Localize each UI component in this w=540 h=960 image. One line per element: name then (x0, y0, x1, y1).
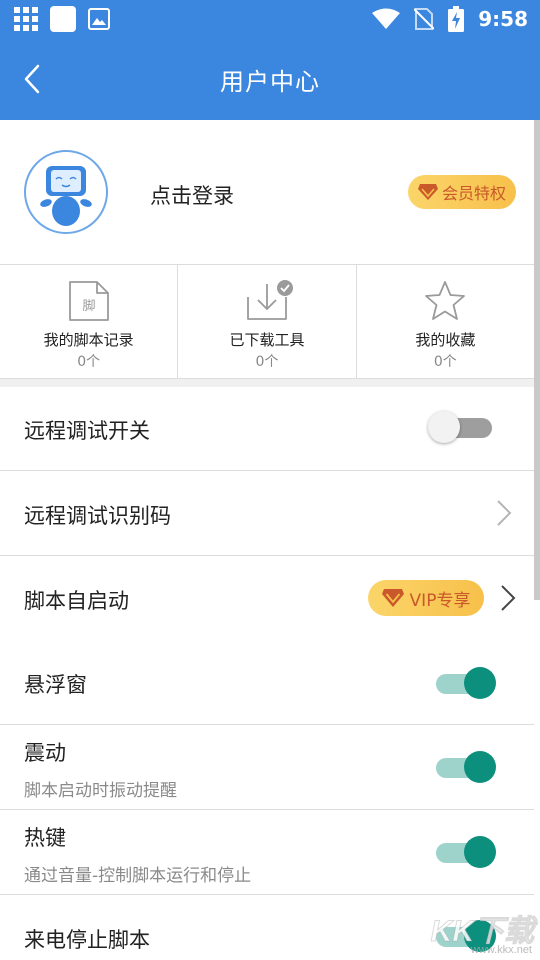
stat-count: 0个 (255, 354, 279, 370)
image-icon (88, 8, 110, 30)
setting-vibration[interactable]: 震动 脚本启动时振动提醒 (0, 725, 534, 810)
watermark: KK下载 www.kkx.net (415, 904, 540, 960)
watermark-url: www.kkx.net (470, 944, 532, 956)
stat-favorites[interactable]: 我的收藏 0个 (357, 265, 534, 378)
download-tray-icon (245, 279, 293, 323)
toggle-knob (428, 411, 460, 443)
page-title: 用户中心 (220, 68, 320, 96)
vip-exclusive-badge[interactable]: VIP专享 (368, 580, 484, 616)
stat-count: 0个 (433, 354, 457, 370)
stat-downloaded-tools[interactable]: 已下载工具 0个 (178, 265, 357, 378)
robot-avatar-icon (40, 166, 92, 226)
no-sim-icon (414, 8, 435, 30)
stat-label: 我的脚本记录 (43, 331, 134, 349)
profile-header: 点击登录 会员特权 (0, 120, 534, 265)
setting-hotkey[interactable]: 热键 通过音量-控制脚本运行和停止 (0, 810, 534, 895)
diamond-icon (417, 184, 438, 200)
setting-subtitle: 通过音量-控制脚本运行和停止 (24, 866, 252, 886)
vip-privileges-button[interactable]: 会员特权 (408, 175, 516, 209)
vip-badge-label: 会员特权 (441, 184, 506, 203)
setting-subtitle: 脚本启动时振动提醒 (24, 781, 177, 801)
remote-debug-toggle[interactable] (428, 409, 496, 445)
hotkey-toggle[interactable] (432, 834, 496, 870)
avatar[interactable] (24, 150, 108, 234)
battery-charging-icon (448, 6, 465, 32)
chevron-right-icon (497, 500, 512, 526)
setting-title: 热键 (24, 826, 66, 850)
app-bar: 用户中心 (0, 38, 540, 120)
square-icon (50, 6, 76, 32)
toggle-knob (464, 836, 496, 868)
grid-icon (14, 7, 38, 31)
stat-count: 0个 (77, 354, 101, 370)
setting-remote-debug-code[interactable]: 远程调试识别码 (0, 471, 534, 556)
setting-title: 来电停止脚本 (24, 928, 150, 952)
toggle-knob (464, 667, 496, 699)
status-time: 9:58 (478, 7, 528, 31)
stat-label: 已下载工具 (229, 331, 305, 349)
status-bar: 9:58 (0, 0, 540, 38)
wifi-icon (372, 8, 401, 29)
setting-title: 震动 (24, 741, 66, 765)
star-icon (423, 279, 467, 323)
script-file-glyph: 脚 (82, 298, 95, 314)
diamond-icon (381, 589, 404, 607)
setting-title: 远程调试识别码 (24, 504, 171, 528)
script-file-icon: 脚 (67, 279, 111, 323)
setting-title: 远程调试开关 (24, 419, 150, 443)
setting-title: 脚本自启动 (24, 589, 129, 613)
chevron-right-icon (501, 585, 516, 611)
setting-title: 悬浮窗 (24, 673, 87, 697)
setting-remote-debug-switch[interactable]: 远程调试开关 (0, 387, 534, 471)
toggle-knob (464, 751, 496, 783)
vibration-toggle[interactable] (432, 749, 496, 785)
vip-tag-label: VIP专享 (409, 590, 471, 611)
stats-bar: 脚 我的脚本记录 0个 已下载工具 0个 我的收藏 0个 (0, 265, 534, 379)
stat-script-records[interactable]: 脚 我的脚本记录 0个 (0, 265, 179, 378)
scrollbar[interactable] (534, 120, 540, 600)
stat-label: 我的收藏 (415, 331, 476, 349)
floating-window-toggle[interactable] (432, 665, 496, 701)
setting-floating-window[interactable]: 悬浮窗 (0, 641, 534, 725)
login-link[interactable]: 点击登录 (150, 180, 234, 210)
section-divider (0, 379, 534, 387)
